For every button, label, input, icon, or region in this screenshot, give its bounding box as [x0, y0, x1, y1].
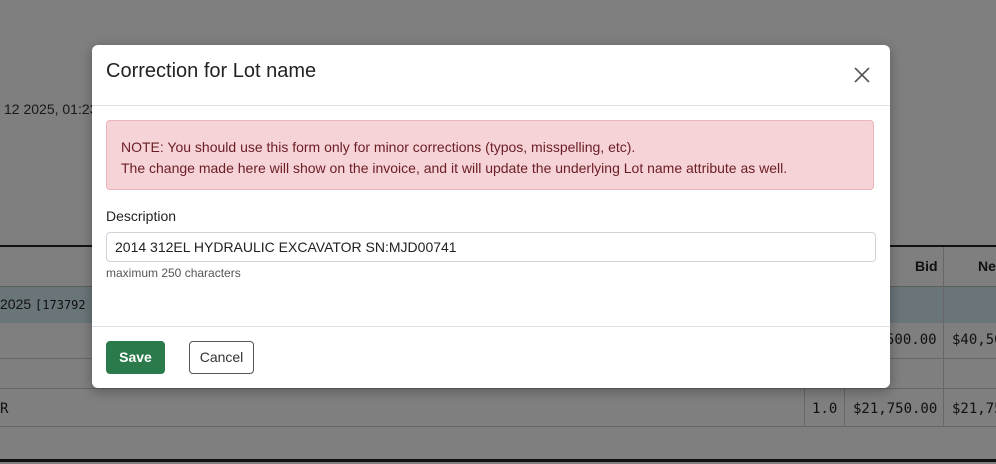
alert-line-2: The change made here will show on the in…	[121, 160, 788, 176]
description-label: Description	[106, 208, 177, 224]
description-help-text: maximum 250 characters	[106, 266, 241, 280]
warning-alert: NOTE: You should use this form only for …	[106, 120, 874, 190]
close-button[interactable]	[850, 63, 874, 87]
description-input[interactable]	[106, 232, 876, 262]
dialog-header: Correction for Lot name	[92, 45, 890, 106]
dialog-footer-divider	[92, 326, 890, 327]
correction-dialog: Correction for Lot name NOTE: You should…	[92, 45, 890, 388]
cancel-button[interactable]: Cancel	[189, 341, 254, 374]
alert-line-1: NOTE: You should use this form only for …	[121, 139, 636, 155]
close-icon	[854, 67, 870, 83]
dialog-title: Correction for Lot name	[106, 60, 317, 82]
save-button[interactable]: Save	[106, 341, 165, 374]
